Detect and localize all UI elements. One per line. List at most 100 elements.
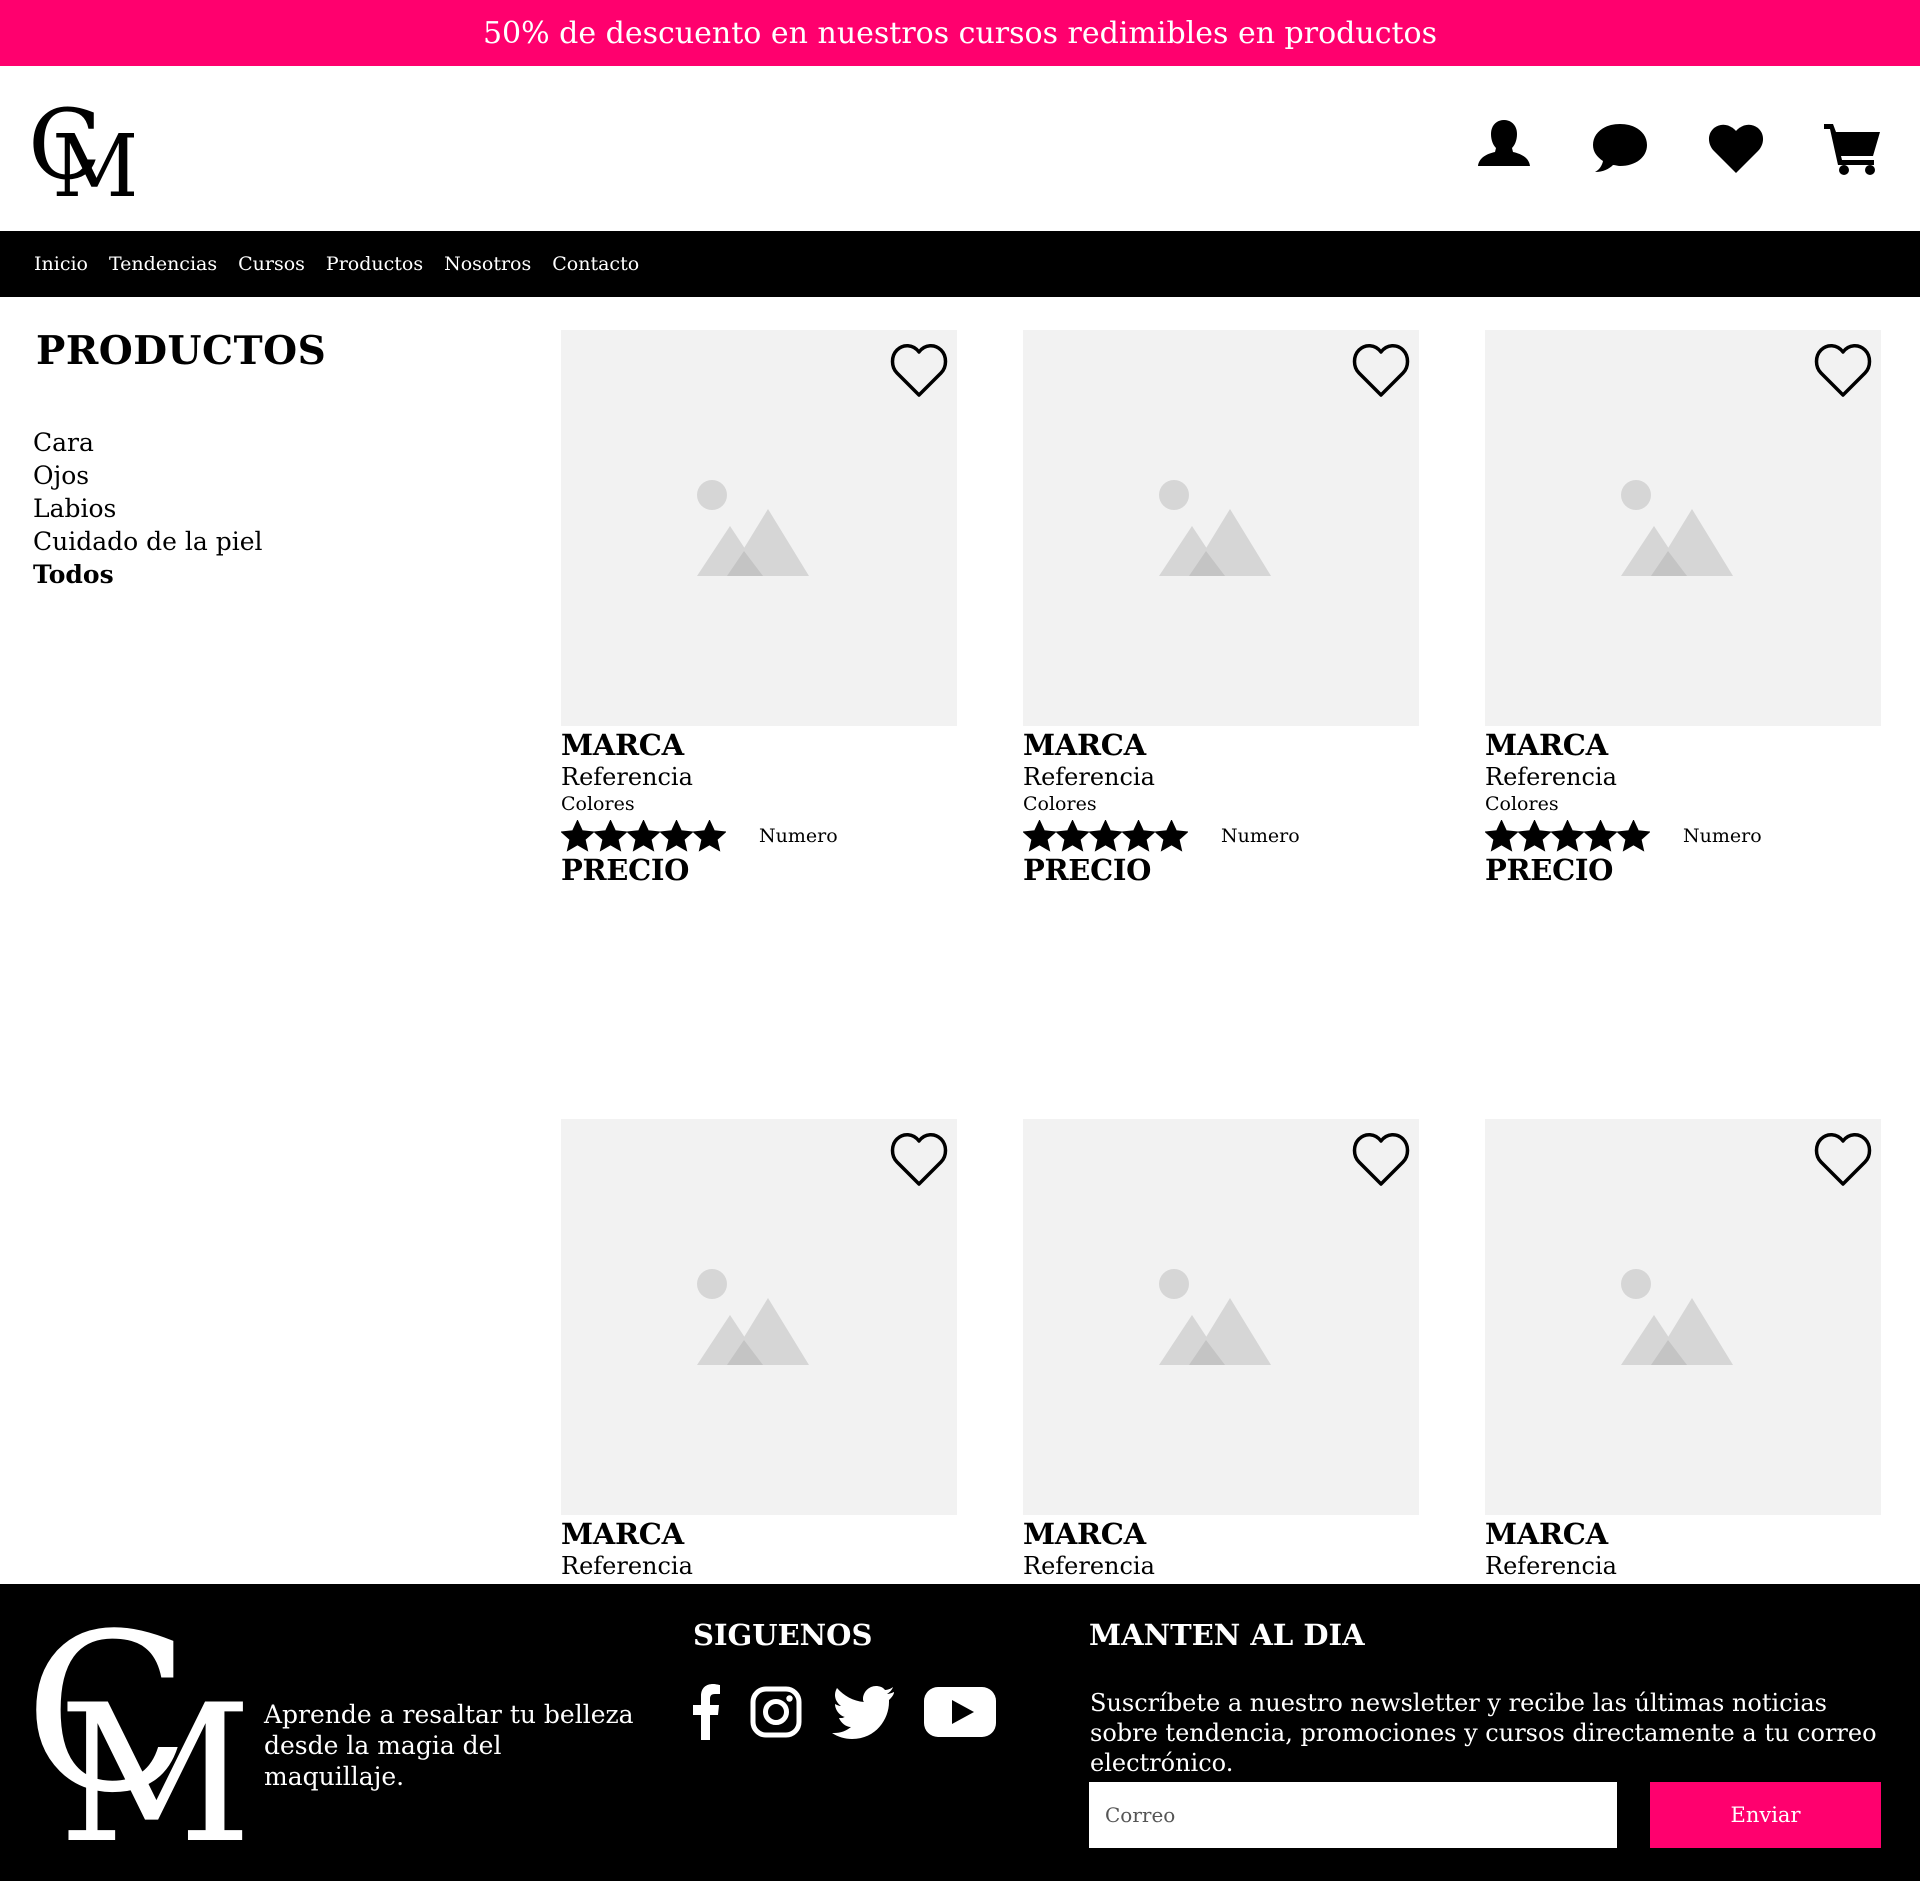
footer-tagline: Aprende a resaltar tu belleza desde la m…	[264, 1700, 634, 1791]
footer-logo[interactable]: C M	[30, 1614, 266, 1844]
image-placeholder-icon	[1159, 480, 1271, 576]
category-todos[interactable]: Todos	[33, 558, 263, 591]
product-reference: Referencia	[561, 1552, 693, 1580]
product-grid: MARCA Referencia Colores Numero PRECIO M…	[561, 330, 1882, 1676]
product-price: PRECIO	[1485, 853, 1614, 887]
star-icon	[1551, 819, 1584, 852]
follow-title: SIGUENOS	[693, 1618, 873, 1652]
category-ojos[interactable]: Ojos	[33, 459, 263, 492]
star-icon	[693, 819, 726, 852]
star-icon	[1122, 819, 1155, 852]
product-brand: MARCA	[1023, 1517, 1146, 1551]
product-image[interactable]	[1485, 1119, 1881, 1515]
email-field[interactable]	[1089, 1782, 1617, 1848]
instagram-icon[interactable]	[750, 1684, 802, 1740]
star-icon	[1617, 819, 1650, 852]
star-icon	[594, 819, 627, 852]
star-icon	[660, 819, 693, 852]
product-price: PRECIO	[1023, 853, 1152, 887]
image-placeholder-icon	[1159, 1269, 1271, 1365]
nav-item-productos[interactable]: Productos	[326, 253, 423, 275]
product-image[interactable]	[1023, 330, 1419, 726]
footer-logo-letter-m: M	[58, 1664, 253, 1844]
product-card[interactable]: MARCA Referencia Colores Numero PRECIO	[561, 330, 957, 887]
product-card[interactable]: MARCA Referencia Colores Numero PRECIO	[1023, 330, 1419, 887]
nav-item-contacto[interactable]: Contacto	[552, 253, 639, 275]
star-icon	[1089, 819, 1122, 852]
product-price: PRECIO	[561, 853, 690, 887]
category-list: Cara Ojos Labios Cuidado de la piel Todo…	[33, 426, 263, 591]
product-reference: Referencia	[1485, 763, 1617, 791]
cart-icon[interactable]	[1822, 118, 1882, 178]
product-rating: Numero	[561, 819, 957, 853]
favorite-heart-icon[interactable]	[1349, 1130, 1413, 1190]
promo-text: 50% de descuento en nuestros cursos redi…	[482, 15, 1438, 51]
product-rating: Numero	[1485, 819, 1881, 853]
favorite-heart-icon[interactable]	[887, 341, 951, 401]
nav-item-cursos[interactable]: Cursos	[238, 253, 305, 275]
product-brand: MARCA	[1485, 1517, 1608, 1551]
category-labios[interactable]: Labios	[33, 492, 263, 525]
facebook-icon[interactable]	[690, 1684, 720, 1740]
nav-item-tendencias[interactable]: Tendencias	[109, 253, 217, 275]
star-rating	[1485, 819, 1683, 853]
star-icon	[1023, 819, 1056, 852]
product-image[interactable]	[1023, 1119, 1419, 1515]
product-colors: Colores	[561, 793, 635, 815]
star-icon	[627, 819, 660, 852]
favorite-heart-icon[interactable]	[1811, 341, 1875, 401]
product-reference: Referencia	[1023, 763, 1155, 791]
review-count: Numero	[759, 825, 838, 847]
review-count: Numero	[1683, 825, 1762, 847]
image-placeholder-icon	[1621, 1269, 1733, 1365]
image-placeholder-icon	[1621, 480, 1733, 576]
user-icon[interactable]	[1474, 118, 1534, 178]
header-actions	[1474, 118, 1882, 178]
star-icon	[1155, 819, 1188, 852]
page-title: PRODUCTOS	[36, 328, 327, 374]
star-rating	[1023, 819, 1221, 853]
category-cuidado-piel[interactable]: Cuidado de la piel	[33, 525, 263, 558]
image-placeholder-icon	[697, 1269, 809, 1365]
product-brand: MARCA	[561, 728, 684, 762]
social-links	[690, 1684, 996, 1740]
favorite-heart-icon[interactable]	[1349, 341, 1413, 401]
product-brand: MARCA	[1023, 728, 1146, 762]
star-icon	[1584, 819, 1617, 852]
youtube-icon[interactable]	[924, 1684, 996, 1740]
twitter-icon[interactable]	[832, 1684, 894, 1740]
main-nav: Inicio Tendencias Cursos Productos Nosot…	[0, 231, 1920, 297]
star-icon	[1056, 819, 1089, 852]
footer: C M Aprende a resaltar tu belleza desde …	[0, 1584, 1920, 1881]
logo-letter-m: M	[52, 117, 134, 200]
star-icon	[561, 819, 594, 852]
category-cara[interactable]: Cara	[33, 426, 263, 459]
chat-icon[interactable]	[1590, 118, 1650, 178]
product-reference: Referencia	[1485, 1552, 1617, 1580]
nav-item-inicio[interactable]: Inicio	[34, 253, 88, 275]
review-count: Numero	[1221, 825, 1300, 847]
star-icon	[1518, 819, 1551, 852]
promo-banner: 50% de descuento en nuestros cursos redi…	[0, 0, 1920, 66]
star-icon	[1485, 819, 1518, 852]
product-brand: MARCA	[1485, 728, 1608, 762]
product-image[interactable]	[1485, 330, 1881, 726]
product-brand: MARCA	[561, 1517, 684, 1551]
star-rating	[561, 819, 759, 853]
heart-icon[interactable]	[1706, 118, 1766, 178]
product-reference: Referencia	[561, 763, 693, 791]
image-placeholder-icon	[697, 480, 809, 576]
send-button[interactable]: Enviar	[1650, 1782, 1881, 1848]
product-colors: Colores	[1485, 793, 1559, 815]
favorite-heart-icon[interactable]	[1811, 1130, 1875, 1190]
product-card[interactable]: MARCA Referencia Colores Numero PRECIO	[1485, 330, 1881, 887]
favorite-heart-icon[interactable]	[887, 1130, 951, 1190]
header: C M	[0, 66, 1920, 231]
nav-item-nosotros[interactable]: Nosotros	[444, 253, 531, 275]
product-image[interactable]	[561, 330, 957, 726]
product-colors: Colores	[1023, 793, 1097, 815]
product-rating: Numero	[1023, 819, 1419, 853]
brand-logo[interactable]: C M	[30, 96, 134, 200]
product-reference: Referencia	[1023, 1552, 1155, 1580]
product-image[interactable]	[561, 1119, 957, 1515]
